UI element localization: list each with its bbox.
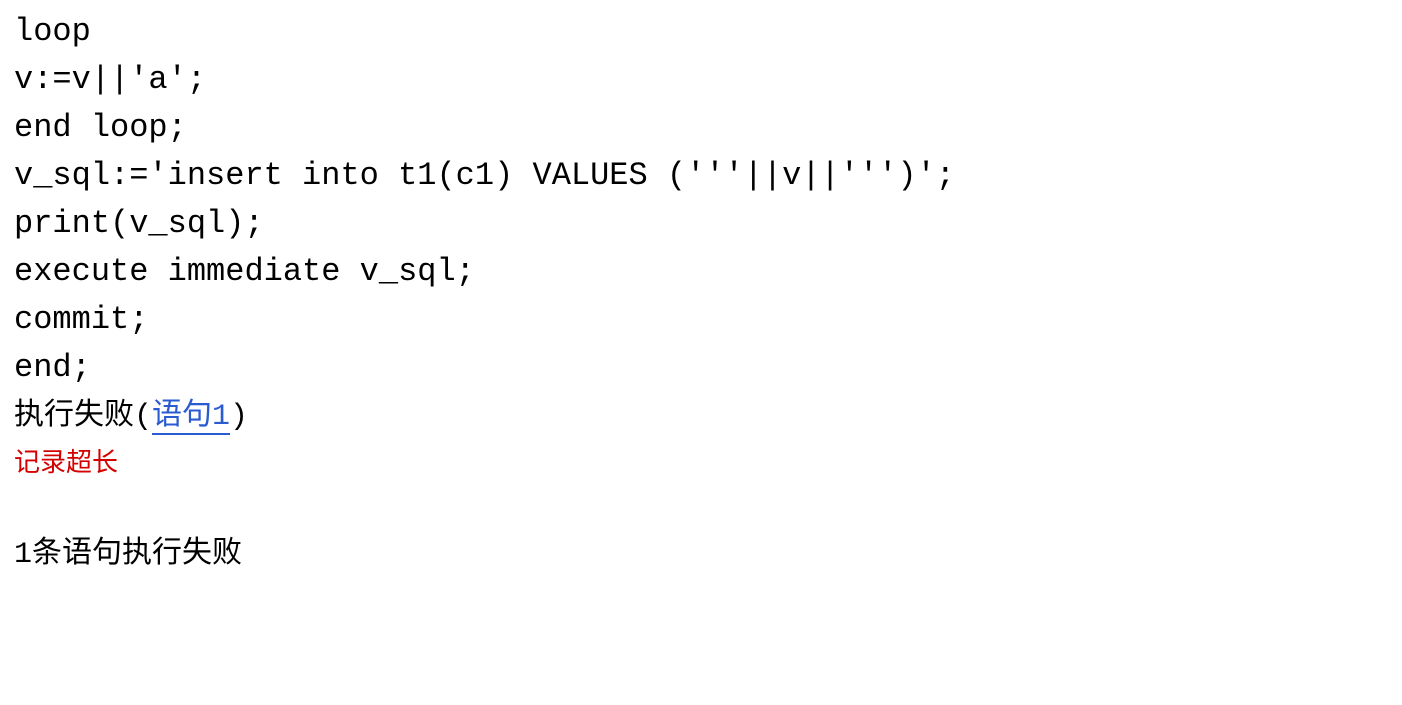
summary-count: 1	[14, 538, 32, 572]
paren-open: (	[134, 400, 152, 434]
statement-link[interactable]: 语句1	[152, 398, 230, 435]
code-line-1: loop	[14, 8, 1388, 56]
code-line-2: v:=v||'a';	[14, 56, 1388, 104]
code-line-6: execute immediate v_sql;	[14, 248, 1388, 296]
code-line-4: v_sql:='insert into t1(c1) VALUES ('''||…	[14, 152, 1388, 200]
status-prefix: 执行失败	[14, 398, 134, 431]
summary-text: 条语句执行失败	[32, 536, 242, 569]
summary: 1条语句执行失败	[14, 530, 1388, 578]
code-line-3: end loop;	[14, 104, 1388, 152]
execution-status: 执行失败(语句1)	[14, 392, 1388, 441]
code-line-8: end;	[14, 344, 1388, 392]
code-line-7: commit;	[14, 296, 1388, 344]
error-message: 记录超长	[14, 443, 1388, 482]
code-line-5: print(v_sql);	[14, 200, 1388, 248]
paren-close: )	[230, 400, 248, 434]
